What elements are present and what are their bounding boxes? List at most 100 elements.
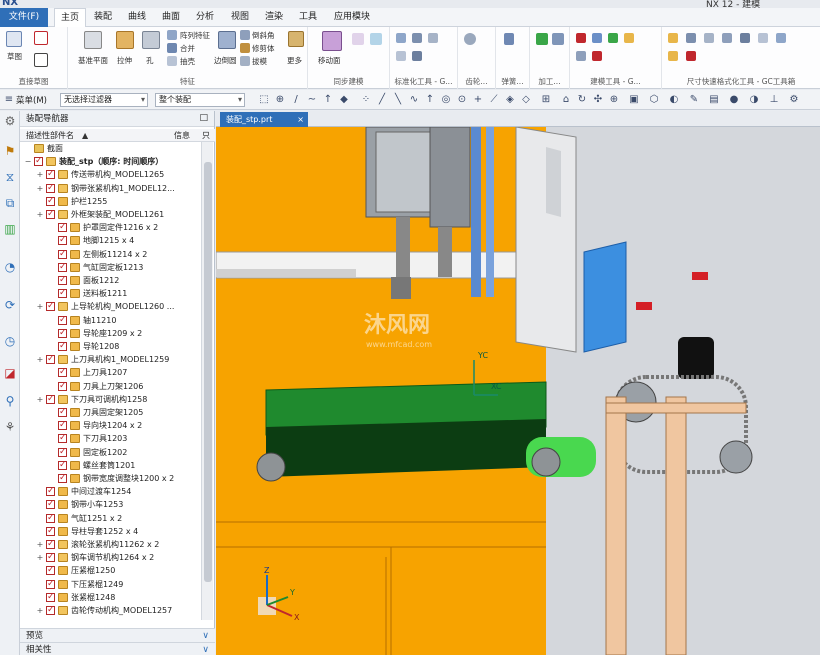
selection-scope-dropdown[interactable]: 整个装配 bbox=[155, 93, 245, 107]
edit-section-icon[interactable]: ✎ bbox=[688, 94, 700, 106]
visibility-checkbox[interactable] bbox=[46, 538, 55, 551]
select-feature-icon[interactable]: ⬚ bbox=[258, 94, 270, 106]
navigator-scrollbar[interactable] bbox=[201, 142, 213, 620]
settings-icon[interactable]: ⚙ bbox=[788, 94, 800, 106]
file-menu-tab[interactable]: 文件(F) bbox=[0, 8, 48, 27]
tree-row[interactable]: 截面 bbox=[20, 142, 200, 155]
expand-toggle-icon[interactable]: + bbox=[36, 538, 44, 551]
dim-tool-icon-2[interactable] bbox=[686, 33, 696, 43]
visibility-checkbox[interactable] bbox=[46, 208, 55, 221]
snap-perp-icon[interactable]: ⟋ bbox=[488, 94, 500, 106]
tree-row[interactable]: 钢带小车1253 bbox=[20, 498, 200, 511]
std-tool-icon-5[interactable] bbox=[412, 51, 422, 61]
sort-asc-icon[interactable]: ▲ bbox=[82, 129, 88, 142]
tree-row[interactable]: 刀具上刀架1206 bbox=[20, 380, 200, 393]
unite-label[interactable]: 合并 bbox=[180, 43, 195, 54]
tree-row[interactable]: 左侧板11214 x 2 bbox=[20, 248, 200, 261]
tab-home[interactable]: 主页 bbox=[54, 8, 87, 27]
tree-row[interactable]: 气缸1251 x 2 bbox=[20, 512, 200, 525]
visibility-checkbox[interactable] bbox=[58, 380, 67, 393]
visibility-checkbox[interactable] bbox=[46, 604, 55, 617]
tree-row[interactable]: 地脚1215 x 4 bbox=[20, 234, 200, 247]
array-feature-icon[interactable] bbox=[167, 30, 177, 40]
snap-line-icon[interactable]: ╱ bbox=[376, 94, 388, 106]
visibility-checkbox[interactable] bbox=[46, 512, 55, 525]
center-icon[interactable]: ↑ bbox=[322, 94, 334, 106]
snap-grid-icon[interactable]: ⁘ bbox=[360, 94, 372, 106]
tab-applications[interactable]: 应用模块 bbox=[328, 8, 376, 27]
dim-tool-icon-9[interactable] bbox=[686, 51, 696, 61]
show-hide-icon[interactable]: ◑ bbox=[748, 94, 760, 106]
visibility-checkbox[interactable] bbox=[46, 300, 55, 313]
dim-tool-icon-3[interactable] bbox=[704, 33, 714, 43]
build-tool-icon-2[interactable] bbox=[592, 33, 602, 43]
tree-row[interactable]: 压紧棍1250 bbox=[20, 564, 200, 577]
assembly-navigator-icon[interactable]: ⚑ bbox=[2, 143, 18, 159]
dependencies-section[interactable]: 相关性 ∨ bbox=[20, 642, 215, 655]
tab-view[interactable]: 视图 bbox=[225, 8, 255, 27]
snap-face-icon[interactable]: ◈ bbox=[504, 94, 516, 106]
visibility-checkbox[interactable] bbox=[58, 419, 67, 432]
scrollbar-thumb[interactable] bbox=[204, 162, 212, 582]
visibility-checkbox[interactable] bbox=[46, 578, 55, 591]
manufacturing-wizard-icon[interactable]: ◪ bbox=[2, 365, 18, 381]
visibility-checkbox[interactable] bbox=[58, 366, 67, 379]
tree-row[interactable]: + 齿轮传动机构_MODEL1257 bbox=[20, 604, 200, 617]
more-features-icon[interactable] bbox=[288, 31, 304, 47]
visibility-checkbox[interactable] bbox=[58, 340, 67, 353]
web-browser-icon[interactable]: ◔ bbox=[2, 259, 18, 275]
replace-face-icon[interactable] bbox=[370, 33, 382, 45]
menu-icon[interactable]: ≡ bbox=[3, 94, 15, 106]
tree-row[interactable]: 轴11210 bbox=[20, 314, 200, 327]
tree-row[interactable]: + 外框架装配_MODEL1261 bbox=[20, 208, 200, 221]
expand-toggle-icon[interactable]: + bbox=[36, 393, 44, 406]
offset-face-icon[interactable] bbox=[352, 33, 364, 45]
visibility-checkbox[interactable] bbox=[58, 406, 67, 419]
tree-row[interactable]: 螺丝套筒1201 bbox=[20, 459, 200, 472]
tree-row[interactable]: 张紧棍1248 bbox=[20, 591, 200, 604]
spring-icon[interactable] bbox=[504, 33, 514, 45]
wcs-icon[interactable]: ⊥ bbox=[768, 94, 780, 106]
rectangle-icon[interactable] bbox=[34, 53, 48, 67]
visibility-checkbox[interactable] bbox=[58, 287, 67, 300]
tree-row[interactable]: 送料板1211 bbox=[20, 287, 200, 300]
build-tool-icon-5[interactable] bbox=[576, 51, 586, 61]
visibility-checkbox[interactable] bbox=[58, 234, 67, 247]
hole-icon[interactable] bbox=[142, 31, 160, 49]
sketch-icon[interactable] bbox=[6, 31, 22, 47]
settings-gear-icon[interactable]: ⚙ bbox=[2, 113, 18, 129]
preview-section[interactable]: 预览 ∨ bbox=[20, 628, 215, 642]
dim-tool-icon-5[interactable] bbox=[740, 33, 750, 43]
dim-tool-icon-8[interactable] bbox=[668, 51, 678, 61]
expand-toggle-icon[interactable]: + bbox=[36, 353, 44, 366]
system-materials-icon[interactable]: ⚘ bbox=[2, 419, 18, 435]
snap-curve-icon[interactable]: ∿ bbox=[408, 94, 420, 106]
trim-body-label[interactable]: 修剪体 bbox=[252, 43, 275, 54]
cube-select-icon[interactable]: ◆ bbox=[338, 94, 350, 106]
visibility-checkbox[interactable] bbox=[46, 591, 55, 604]
visibility-checkbox[interactable] bbox=[46, 393, 55, 406]
selection-filter-dropdown[interactable]: 无选择过滤器 bbox=[60, 93, 148, 107]
build-tool-icon-3[interactable] bbox=[608, 33, 618, 43]
chamfer-label[interactable]: 倒斜角 bbox=[252, 30, 275, 41]
tree-row[interactable]: + 上导轮机构_MODEL1260 ... bbox=[20, 300, 200, 313]
visibility-checkbox[interactable] bbox=[58, 327, 67, 340]
tree-row[interactable]: 气缸固定板1213 bbox=[20, 261, 200, 274]
visibility-checkbox[interactable] bbox=[58, 261, 67, 274]
tree-row[interactable]: 导轮座1209 x 2 bbox=[20, 327, 200, 340]
visibility-checkbox[interactable] bbox=[46, 168, 55, 181]
endpoint-icon[interactable]: / bbox=[290, 94, 302, 106]
roles-icon[interactable]: ⚲ bbox=[2, 393, 18, 409]
visibility-checkbox[interactable] bbox=[58, 472, 67, 485]
trim-body-icon[interactable] bbox=[240, 43, 250, 53]
unite-icon[interactable] bbox=[167, 43, 177, 53]
extrude-icon[interactable] bbox=[116, 31, 134, 49]
tree-row[interactable]: − 装配_stp（顺序: 时间顺序） bbox=[20, 155, 200, 168]
tree-row[interactable]: 护栏1255 bbox=[20, 195, 200, 208]
view-orient-icon[interactable]: ⌂ bbox=[560, 94, 572, 106]
tree-row[interactable]: 面板1212 bbox=[20, 274, 200, 287]
shell-label[interactable]: 抽壳 bbox=[180, 56, 195, 67]
snap-arc-icon[interactable]: ↑ bbox=[424, 94, 436, 106]
visibility-checkbox[interactable] bbox=[58, 459, 67, 472]
expand-toggle-icon[interactable]: + bbox=[36, 182, 44, 195]
